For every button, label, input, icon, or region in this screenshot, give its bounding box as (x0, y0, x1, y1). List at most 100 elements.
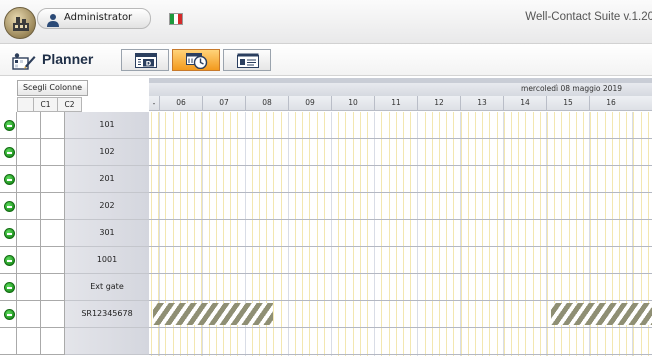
c1-cell (17, 247, 41, 274)
c2-cell (41, 301, 65, 328)
column-header-c2[interactable]: C2 (58, 97, 82, 112)
room-header (88, 97, 149, 112)
quarter-gridline (439, 112, 440, 356)
occupancy-bar[interactable] (551, 303, 652, 325)
column-headers: C1 C2 (17, 97, 82, 112)
hour-divider (503, 96, 504, 111)
column-header-c1[interactable]: C1 (34, 97, 58, 112)
online-status-icon (4, 282, 15, 293)
status-cell (0, 166, 17, 193)
quarter-gridline (497, 112, 498, 356)
hour-divider (417, 96, 418, 111)
calendar-hour-view-button[interactable] (172, 49, 220, 71)
hour-label: 12 (434, 98, 444, 107)
app-version: Well-Contact Suite v.1.20 (525, 11, 652, 23)
hour-divider (202, 96, 203, 111)
hour-label: 09 (305, 98, 315, 107)
room-row[interactable]: Ext gate (0, 274, 149, 301)
c2-cell (41, 274, 65, 301)
room-name: 102 (65, 139, 149, 166)
c2-cell (41, 193, 65, 220)
quarter-gridline (468, 112, 469, 356)
status-cell (0, 139, 17, 166)
language-flag-icon[interactable] (169, 13, 183, 25)
hour-gridline (331, 112, 332, 356)
status-cell (0, 220, 17, 247)
occupancy-bar[interactable] (153, 303, 273, 325)
quarter-gridline (525, 112, 526, 356)
flag-red (178, 14, 182, 24)
status-cell (0, 193, 17, 220)
status-cell (0, 247, 17, 274)
row-gridline (149, 354, 652, 355)
hour-label: 15 (563, 98, 573, 107)
c2-cell (41, 112, 65, 139)
quarter-gridline (353, 112, 354, 356)
quarter-gridline (396, 112, 397, 356)
title-bar: Administrator Well-Contact Suite v.1.20 (0, 0, 652, 44)
c1-cell (17, 274, 41, 301)
status-cell (0, 274, 17, 301)
app-logo-icon[interactable] (4, 7, 36, 39)
calendar-d-icon: D (135, 53, 157, 68)
room-row[interactable]: SR12345678 (0, 301, 149, 328)
hour-divider (245, 96, 246, 111)
column-header-status[interactable] (17, 97, 34, 112)
hour-divider (460, 96, 461, 111)
hour-gridline (288, 112, 289, 356)
c1-cell (17, 166, 41, 193)
room-name: Ext gate (65, 274, 149, 301)
timeline-grid[interactable] (149, 112, 652, 356)
quarter-gridline (281, 112, 282, 356)
row-gridline (149, 327, 652, 328)
calendar-day-view-button[interactable]: D (121, 49, 169, 71)
hour-label: 08 (262, 98, 272, 107)
room-row[interactable]: 201 (0, 166, 149, 193)
c1-cell (17, 301, 41, 328)
room-row[interactable]: 102 (0, 139, 149, 166)
room-row[interactable] (0, 328, 149, 355)
c2-cell (41, 166, 65, 193)
room-name: 1001 (65, 247, 149, 274)
room-row[interactable]: 301 (0, 220, 149, 247)
user-pill[interactable]: Administrator (37, 8, 183, 29)
quarter-gridline (533, 112, 534, 356)
row-gridline (149, 273, 652, 274)
quarter-gridline (151, 112, 152, 356)
hour-divider (374, 96, 375, 111)
quarter-gridline (511, 112, 512, 356)
list-view-button[interactable] (223, 49, 271, 71)
row-gridline (149, 246, 652, 247)
choose-columns-button[interactable]: Scegli Colonne (17, 80, 88, 96)
hour-divider (589, 96, 590, 111)
hour-divider (159, 96, 160, 111)
planner-window: Administrator Well-Contact Suite v.1.20 … (0, 0, 652, 356)
online-status-icon (4, 201, 15, 212)
hour-label: 16 (606, 98, 616, 107)
hour-gridline (417, 112, 418, 356)
c1-cell (17, 193, 41, 220)
room-row[interactable]: 202 (0, 193, 149, 220)
room-grid: Scegli Colonne C1 C2 101 102 201 202 301 1001… (0, 78, 149, 356)
svg-text:D: D (146, 60, 152, 68)
online-status-icon (4, 309, 15, 320)
quarter-gridline (302, 112, 303, 356)
hour-gridline (503, 112, 504, 356)
quarter-gridline (317, 112, 318, 356)
hour-label: 11 (391, 98, 401, 107)
room-name: 202 (65, 193, 149, 220)
quarter-gridline (381, 112, 382, 356)
c2-cell (41, 247, 65, 274)
online-status-icon (4, 174, 15, 185)
hour-scroll-left[interactable]: - (149, 99, 159, 108)
online-status-icon (4, 147, 15, 158)
room-row[interactable]: 101 (0, 112, 149, 139)
hour-divider (331, 96, 332, 111)
user-name: Administrator (64, 12, 133, 23)
quarter-gridline (547, 112, 548, 356)
room-row[interactable]: 1001 (0, 247, 149, 274)
hour-gridline (460, 112, 461, 356)
quarter-gridline (453, 112, 454, 356)
hour-label: 07 (219, 98, 229, 107)
status-cell (0, 112, 17, 139)
